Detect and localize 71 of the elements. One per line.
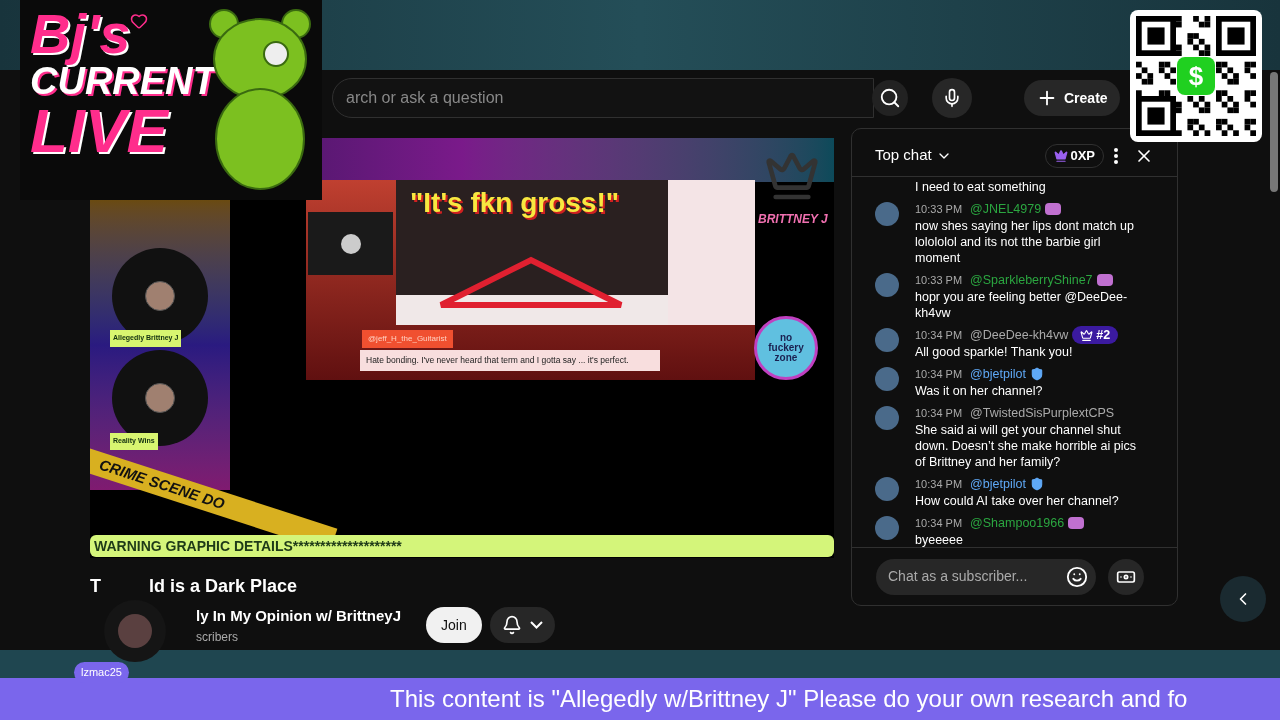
scrollbar[interactable] [1270, 72, 1278, 192]
chevron-down-icon [529, 621, 543, 630]
commenter-tag: @jeff_H_the_Guitarist [362, 330, 453, 348]
user-avatar [875, 328, 899, 352]
rank-badge: #2 [1072, 326, 1119, 344]
more-icon [1114, 147, 1118, 164]
chat-message-text: now shes saying her lips dont match up lolololol and its not tthe barbie girl moment [915, 218, 1135, 266]
heart-icon [130, 12, 149, 30]
viewer-avatar [118, 614, 152, 648]
timestamp: 10:34 PM [915, 516, 963, 531]
chat-input[interactable]: Chat as a subscriber... [876, 558, 1096, 595]
emoji-icon[interactable] [1066, 565, 1088, 588]
timestamp: 10:33 PM [915, 202, 963, 217]
timestamp: 10:34 PM [915, 328, 963, 343]
logo-text: LIVE [30, 100, 171, 162]
crown-icon [1080, 328, 1094, 342]
user-avatar [875, 273, 899, 297]
timestamp: 10:33 PM [915, 273, 963, 288]
super-chat-button[interactable] [1108, 558, 1144, 595]
create-button[interactable]: Create [1024, 80, 1120, 116]
chat-message-text: byeeeee [915, 532, 964, 547]
chat-author[interactable]: @SparkleberryShine7 [970, 272, 1093, 288]
crown-icon [1054, 148, 1069, 163]
chat-message-text: hopr you are feeling better @DeeDee-kh4vw [915, 289, 1129, 321]
subscriber-count: scribers [196, 628, 239, 646]
search-field[interactable]: arch or ask a question [332, 78, 874, 118]
search-button[interactable] [872, 80, 908, 116]
video-title: ld is a Dark Place [149, 574, 298, 598]
chat-message-text: She said ai will get your channel shut down. Doesn’t she make horrible ai pics of Brittney and her family? [915, 422, 1137, 470]
brand-text: BRITTNEY J [758, 211, 828, 228]
more-options-button[interactable] [1114, 147, 1118, 164]
chat-author[interactable]: @Shampoo1966 [970, 515, 1065, 531]
channel-name[interactable]: ly In My Opinion w/ BrittneyJ [196, 605, 426, 628]
cash-app-logo: $ [1177, 57, 1215, 95]
no-fuckery-badge: no fuckery zone [754, 316, 818, 380]
user-avatar [875, 516, 899, 540]
member-sticker-icon [1096, 274, 1113, 286]
comment-bar: Hate bonding. I've never heard that term and I gotta say ... it's perfect. [360, 350, 660, 371]
chat-author[interactable]: @JNEL4979 [970, 201, 1042, 217]
join-button[interactable]: Join [426, 607, 482, 644]
chat-mode-dropdown[interactable]: Top chat [875, 144, 952, 167]
timestamp: 10:34 PM [915, 367, 963, 382]
chat-author[interactable]: @bjetpilot [970, 366, 1026, 382]
timestamp: 10:34 PM [915, 477, 963, 492]
microphone-button[interactable] [932, 78, 972, 118]
user-avatar [875, 202, 899, 226]
chat-message-text: Was it on her channel? [915, 383, 1044, 399]
video-caption: "It's fkn gross!" [410, 186, 619, 220]
user-avatar [875, 367, 899, 391]
chat-author[interactable]: @bjetpilot [970, 476, 1026, 492]
ticker-text: This content is "Allegedly w/Brittney J" Please do your own research and fo [390, 684, 1188, 714]
microphone-icon [942, 88, 962, 108]
bell-icon [501, 615, 522, 636]
chat-message-text: How could AI take over her channel? [915, 493, 1120, 509]
chat-author[interactable]: @TwistedSisPurplextCPS [970, 405, 1115, 421]
chat-message-text: I need to eat something [915, 179, 1047, 195]
chat-author[interactable]: @DeeDee-kh4vw [970, 327, 1069, 343]
user-avatar [875, 477, 899, 501]
search-icon [879, 87, 901, 109]
notification-button[interactable] [489, 607, 555, 644]
warning-banner: WARNING GRAPHIC DETAILS******************** [90, 535, 834, 557]
user-avatar [875, 406, 899, 430]
member-sticker-icon [1068, 517, 1085, 529]
verified-icon [1029, 477, 1044, 491]
member-sticker-icon [1045, 203, 1062, 215]
guest-avatar [145, 383, 175, 413]
timestamp: 10:34 PM [915, 406, 963, 421]
guest-avatar [145, 281, 175, 311]
verified-icon [1029, 367, 1044, 381]
video-title: T [90, 574, 101, 598]
chat-message-text: All good sparkle! Thank you! [915, 344, 1074, 360]
